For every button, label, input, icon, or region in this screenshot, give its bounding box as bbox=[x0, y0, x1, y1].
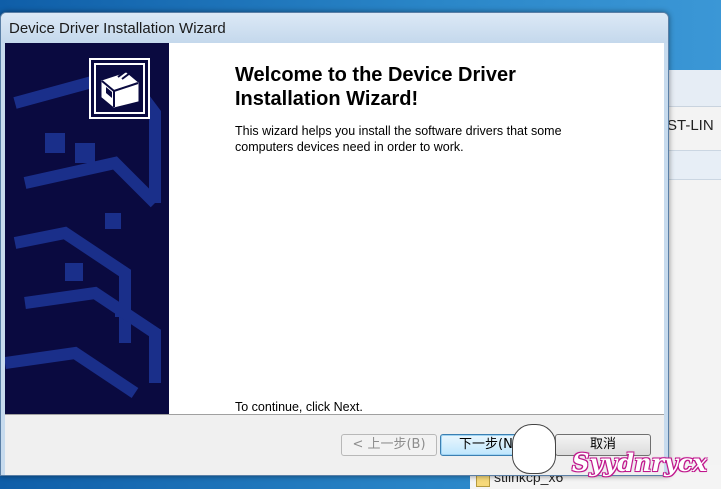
background-window: ST-LIN bbox=[660, 70, 721, 489]
wizard-content: Welcome to the Device Driver Installatio… bbox=[5, 43, 664, 414]
title-bar[interactable]: Device Driver Installation Wizard bbox=[1, 13, 668, 43]
window-title: Device Driver Installation Wizard bbox=[9, 20, 226, 37]
wizard-button-bar: < 上一步(B) 下一步(N) > 取消 bbox=[5, 414, 664, 475]
continue-instruction: To continue, click Next. bbox=[235, 400, 363, 414]
background-window-header bbox=[661, 150, 721, 180]
cartoon-face-icon bbox=[512, 424, 556, 474]
background-window-tab[interactable]: ST-LIN bbox=[667, 110, 721, 142]
wizard-window: Device Driver Installation Wizard Welcom… bbox=[0, 12, 669, 476]
wizard-sidebar-banner bbox=[5, 43, 169, 414]
wizard-description: This wizard helps you install the softwa… bbox=[235, 124, 562, 154]
wizard-heading: Welcome to the Device Driver Installatio… bbox=[235, 64, 516, 110]
back-button[interactable]: < 上一步(B) bbox=[341, 434, 437, 456]
background-window-toolbar bbox=[661, 70, 721, 107]
driver-install-icon bbox=[89, 58, 150, 119]
watermark-text: Syydnrycx bbox=[572, 448, 707, 477]
